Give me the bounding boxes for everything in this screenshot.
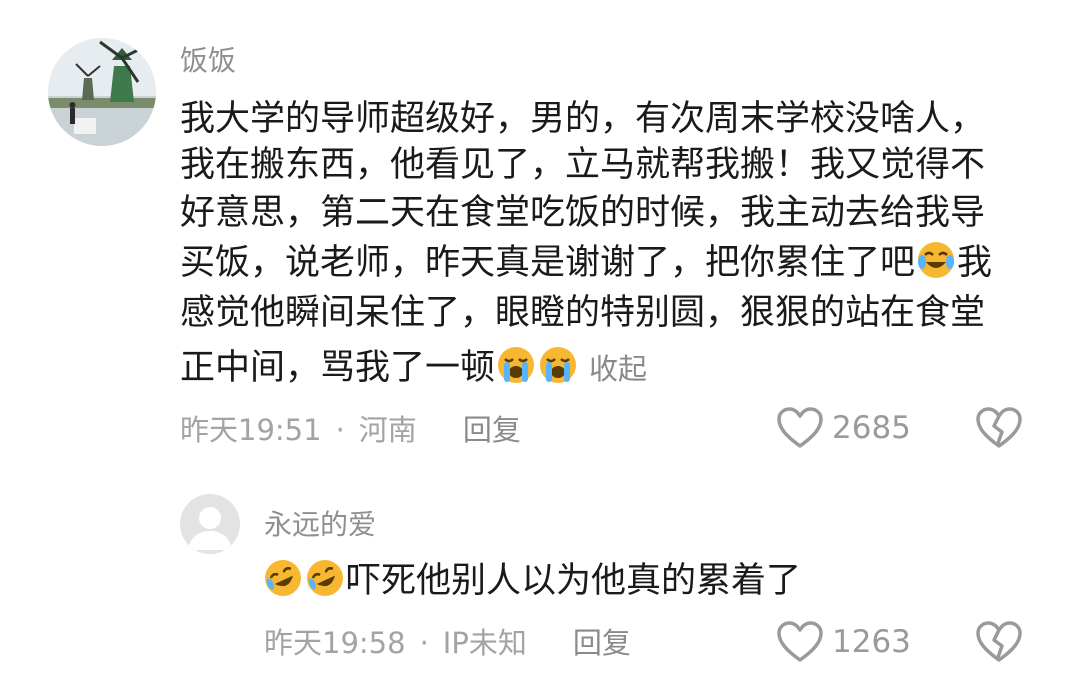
comment-text-line-6: 正中间，骂我了一顿 收起 — [180, 345, 647, 392]
reply-location: IP未知 — [442, 626, 527, 660]
username[interactable]: 饭饭 — [180, 44, 236, 78]
reply-button[interactable]: 回复 — [463, 413, 521, 447]
collapse-button[interactable]: 收起 — [589, 352, 647, 386]
like-count: 2685 — [832, 410, 911, 446]
comment-time: 昨天19:51 — [180, 413, 322, 447]
comment-location: 河南 — [358, 413, 417, 447]
heart-outline-icon — [777, 621, 823, 662]
loudly-crying-emoji — [496, 345, 536, 385]
rolling-laughing-emoji — [305, 558, 345, 598]
avatar-windmill-photo — [48, 38, 156, 146]
meta-separator: · — [335, 413, 345, 447]
comment-thread: 饭饭 我大学的导师超级好，男的，有次周末学校没啥人， 我在搬东西，他看见了，立马… — [0, 0, 1080, 697]
reply-avatar[interactable] — [180, 494, 240, 554]
comment-text-line-2: 我在搬东西，他看见了，立马就帮我搬！我又觉得不 — [180, 145, 986, 185]
comment-text-line-6-text: 正中间，骂我了一顿 — [180, 348, 496, 388]
broken-heart-icon — [976, 621, 1022, 662]
dislike-button[interactable] — [974, 406, 1024, 454]
comment-text-line-1: 我大学的导师超级好，男的，有次周末学校没啥人， — [180, 99, 986, 139]
reply-like-count: 1263 — [832, 624, 911, 660]
reply-dislike-button[interactable] — [974, 620, 1024, 668]
reply-username[interactable]: 永远的爱 — [264, 508, 376, 542]
meta-separator: · — [419, 626, 429, 660]
broken-heart-icon — [976, 407, 1022, 448]
reply-time: 昨天19:58 — [264, 626, 406, 660]
reply-meta: 昨天19:58 · IP未知 回复 — [264, 625, 631, 661]
default-user-icon — [188, 507, 232, 550]
rolling-laughing-emoji — [263, 558, 303, 598]
comment-text-line-4-tail: 我 — [957, 243, 993, 283]
like-button[interactable]: 2685 — [776, 406, 911, 450]
comment-text-line-4-text: 买饭，说老师，昨天真是谢谢了，把你累住了吧 — [180, 243, 916, 283]
reply-text-content: 吓死他别人以为他真的累着了 — [346, 561, 802, 601]
reply-like-button[interactable]: 1263 — [776, 620, 911, 664]
comment-meta: 昨天19:51 · 河南 回复 — [180, 412, 521, 448]
loudly-crying-emoji — [538, 345, 578, 385]
comment-text-line-4: 买饭，说老师，昨天真是谢谢了，把你累住了吧 我 — [180, 240, 992, 286]
heart-outline-icon — [777, 407, 823, 448]
reply-reply-button[interactable]: 回复 — [573, 626, 631, 660]
comment-text-line-5: 感觉他瞬间呆住了，眼瞪的特别圆，狠狠的站在食堂 — [180, 293, 986, 333]
reply-text: 吓死他别人以为他真的累着了 — [262, 558, 801, 604]
tears-of-joy-emoji — [916, 240, 956, 280]
avatar[interactable] — [48, 38, 156, 146]
comment-text-line-3: 好意思，第二天在食堂吃饭的时候，我主动去给我导 — [180, 193, 986, 233]
